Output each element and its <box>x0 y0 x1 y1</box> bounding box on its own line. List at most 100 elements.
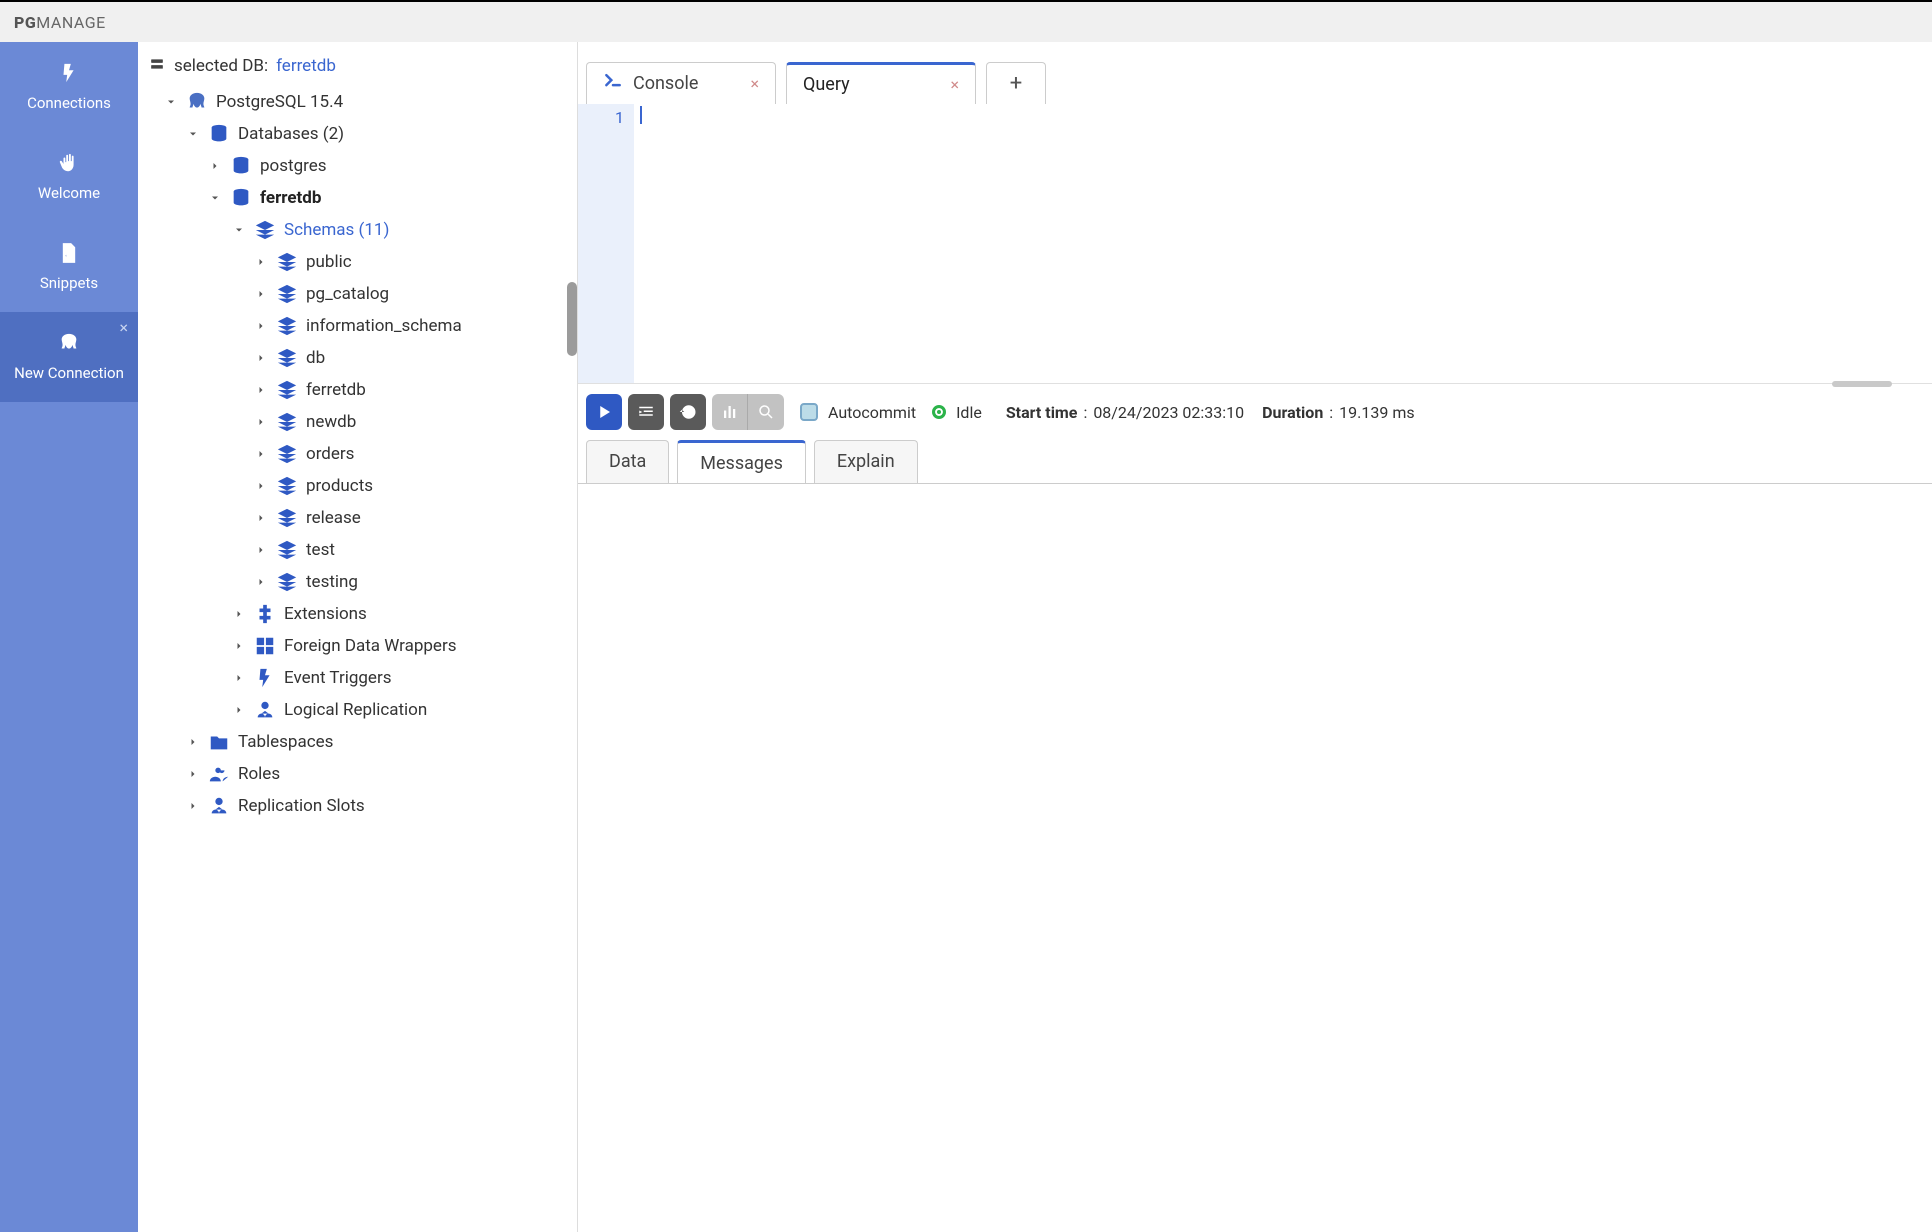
tree-schemas[interactable]: Schemas (11) <box>146 214 569 246</box>
start-time-label: Start time <box>1006 403 1078 422</box>
chevron-right-icon <box>232 640 246 652</box>
tree-label: pg_catalog <box>306 284 389 304</box>
tree-schema-item[interactable]: orders <box>146 438 569 470</box>
duration-value: 19.139 ms <box>1339 403 1414 422</box>
history-button[interactable] <box>670 394 706 430</box>
sidebar-item-snippets[interactable]: Snippets <box>0 222 138 312</box>
tree-label: ferretdb <box>260 188 321 208</box>
chevron-right-icon <box>186 800 200 812</box>
tree-schema-item[interactable]: ferretdb <box>146 374 569 406</box>
tree-label: Logical Replication <box>284 700 427 720</box>
tree-server-child[interactable]: Replication Slots <box>146 790 569 822</box>
chevron-down-icon <box>164 96 178 108</box>
file-code-icon <box>58 242 80 264</box>
tree-label: orders <box>306 444 354 464</box>
sidebar-label: New Connection <box>14 364 124 382</box>
autocommit-label: Autocommit <box>828 403 916 422</box>
tree-server-child[interactable]: Tablespaces <box>146 726 569 758</box>
analyze-button[interactable] <box>748 394 784 430</box>
tree-schema-item[interactable]: pg_catalog <box>146 278 569 310</box>
cursor <box>640 106 642 124</box>
tree-databases[interactable]: Databases (2) <box>146 118 569 150</box>
chevron-right-icon <box>254 544 268 556</box>
resize-handle[interactable] <box>1832 381 1892 387</box>
indent-button[interactable] <box>628 394 664 430</box>
layers-icon <box>276 379 298 401</box>
result-tab-data[interactable]: Data <box>586 440 669 484</box>
plus-icon: + <box>1010 71 1022 96</box>
node-icon <box>208 795 230 817</box>
tree-db-child[interactable]: Foreign Data Wrappers <box>146 630 569 662</box>
run-button[interactable] <box>586 394 622 430</box>
elephant-icon <box>186 91 208 113</box>
tree-db-child[interactable]: Logical Replication <box>146 694 569 726</box>
tree-label: Foreign Data Wrappers <box>284 636 456 656</box>
chevron-right-icon <box>254 416 268 428</box>
chevron-right-icon <box>186 736 200 748</box>
sidebar-item-connections[interactable]: Connections <box>0 42 138 132</box>
tree-label: newdb <box>306 412 356 432</box>
status-text: Idle <box>956 403 982 422</box>
layers-icon <box>276 411 298 433</box>
close-icon[interactable]: × <box>119 318 128 337</box>
sidebar-label: Connections <box>27 94 111 112</box>
chevron-right-icon <box>254 256 268 268</box>
tree-label: Schemas (11) <box>284 220 389 240</box>
chevron-down-icon <box>232 224 246 236</box>
node-icon <box>254 699 276 721</box>
tree-schema-item[interactable]: db <box>146 342 569 374</box>
chevron-right-icon <box>232 704 246 716</box>
layers-icon <box>276 507 298 529</box>
left-sidebar: Connections Welcome Snippets × New Conne… <box>0 42 138 1232</box>
layers-icon <box>276 347 298 369</box>
close-icon[interactable]: × <box>950 75 959 94</box>
layers-icon <box>276 315 298 337</box>
chevron-right-icon <box>254 352 268 364</box>
chevron-right-icon <box>254 288 268 300</box>
tree-server-child[interactable]: Roles <box>146 758 569 790</box>
tree-db-ferretdb[interactable]: ferretdb <box>146 182 569 214</box>
code-editor[interactable]: 1 <box>578 104 1932 384</box>
node-icon <box>208 763 230 785</box>
sidebar-item-welcome[interactable]: Welcome <box>0 132 138 222</box>
result-tabs: Data Messages Explain <box>578 440 1932 484</box>
tab-query[interactable]: Query × <box>786 62 976 104</box>
code-input[interactable] <box>634 104 1932 383</box>
top-bar: PGMANAGE <box>0 0 1932 42</box>
tree-label: Roles <box>238 764 280 784</box>
sidebar-label: Snippets <box>40 274 98 292</box>
layers-icon <box>276 251 298 273</box>
tree-server[interactable]: PostgreSQL 15.4 <box>146 86 569 118</box>
chevron-right-icon <box>254 320 268 332</box>
tree-db-child[interactable]: Extensions <box>146 598 569 630</box>
chevron-right-icon <box>232 672 246 684</box>
hand-icon <box>58 152 80 174</box>
tree-label: products <box>306 476 373 496</box>
close-icon[interactable]: × <box>750 74 759 93</box>
chevron-right-icon <box>208 160 222 172</box>
tree-schema-item[interactable]: products <box>146 470 569 502</box>
tree-schema-item[interactable]: public <box>146 246 569 278</box>
tree-db-postgres[interactable]: postgres <box>146 150 569 182</box>
autocommit-checkbox[interactable] <box>800 403 818 421</box>
sidebar-item-new-connection[interactable]: × New Connection <box>0 312 138 402</box>
tree-schema-item[interactable]: newdb <box>146 406 569 438</box>
result-tab-messages[interactable]: Messages <box>677 440 806 484</box>
explain-button[interactable] <box>712 394 748 430</box>
tree-schema-item[interactable]: release <box>146 502 569 534</box>
tree-schema-item[interactable]: testing <box>146 566 569 598</box>
tree-label: db <box>306 348 325 368</box>
database-icon <box>230 155 252 177</box>
sidebar-label: Welcome <box>38 184 100 202</box>
elephant-icon <box>58 332 80 354</box>
tree-panel: selected DB: ferretdb PostgreSQL 15.4 Da… <box>138 42 578 1232</box>
tree-db-child[interactable]: Event Triggers <box>146 662 569 694</box>
tree-schema-item[interactable]: information_schema <box>146 310 569 342</box>
selected-db-name[interactable]: ferretdb <box>276 56 336 76</box>
tree-label: Extensions <box>284 604 367 624</box>
result-tab-explain[interactable]: Explain <box>814 440 918 484</box>
node-icon <box>254 667 276 689</box>
tree-schema-item[interactable]: test <box>146 534 569 566</box>
tab-add[interactable]: + <box>986 62 1046 104</box>
tab-console[interactable]: Console × <box>586 62 776 104</box>
